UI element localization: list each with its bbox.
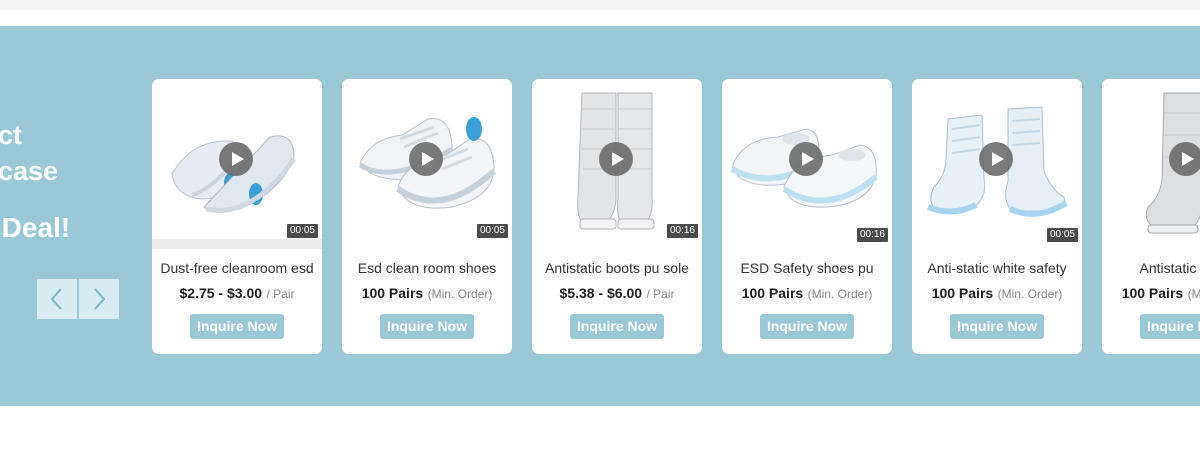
video-duration: 00:05 bbox=[1046, 228, 1078, 242]
inquire-now-button[interactable]: Inquire Now bbox=[570, 314, 664, 339]
inquire-now-button[interactable]: Inquire Now bbox=[380, 314, 474, 339]
price-unit: (Min. Order) bbox=[427, 287, 493, 301]
price-value: $2.75 - $3.00 bbox=[179, 285, 263, 301]
play-button[interactable] bbox=[219, 142, 253, 176]
price-value: 100 Pairs bbox=[741, 285, 804, 301]
video-duration: 00:05 bbox=[476, 224, 508, 238]
inquire-now-button[interactable]: Inquire Now bbox=[1140, 314, 1200, 339]
play-button[interactable] bbox=[979, 142, 1013, 176]
product-price: 100 Pairs (Min. Order) bbox=[916, 285, 1078, 303]
play-button[interactable] bbox=[789, 142, 823, 176]
price-unit: (Min. Order) bbox=[807, 287, 873, 301]
product-title[interactable]: Antistatic boots bbox=[1108, 260, 1200, 276]
product-price: $5.38 - $6.00 / Pair bbox=[536, 285, 698, 303]
price-unit: (Min. Order) bbox=[997, 287, 1063, 301]
product-title[interactable]: Dust-free cleanroom esd bbox=[158, 260, 316, 276]
product-video-thumbnail[interactable]: 00:05 bbox=[342, 79, 512, 249]
inquire-now-button[interactable]: Inquire Now bbox=[190, 314, 284, 339]
product-video-thumbnail[interactable]: 00:05 bbox=[152, 79, 322, 249]
carousel-next-button[interactable] bbox=[79, 279, 119, 319]
price-value: $5.38 - $6.00 bbox=[559, 285, 643, 301]
play-icon bbox=[231, 152, 244, 166]
product-video-thumbnail[interactable]: 00:16 bbox=[722, 79, 892, 249]
product-card[interactable]: 00:16 ESD Safety shoes pu 100 Pairs (Min… bbox=[722, 79, 892, 354]
product-card[interactable]: 00:05 Esd clean room shoes 100 Pairs (Mi… bbox=[342, 79, 512, 354]
play-icon bbox=[991, 152, 1004, 166]
price-unit: (Min. Order) bbox=[1187, 287, 1200, 301]
carousel-prev-button[interactable] bbox=[37, 279, 77, 319]
product-title[interactable]: ESD Safety shoes pu bbox=[728, 260, 886, 276]
price-unit: / Pair bbox=[266, 287, 295, 301]
chevron-right-icon bbox=[94, 288, 106, 310]
intro-line-1: ct bbox=[0, 120, 23, 150]
video-duration: 00:16 bbox=[856, 228, 888, 242]
showcase-intro: ct case r Deal! bbox=[0, 26, 140, 406]
play-icon bbox=[801, 152, 814, 166]
play-button[interactable] bbox=[409, 142, 443, 176]
top-strip bbox=[0, 0, 1200, 10]
product-card[interactable]: 00:05 Anti-static white safety 100 Pairs… bbox=[912, 79, 1082, 354]
price-unit: / Pair bbox=[646, 287, 675, 301]
video-duration: 00:05 bbox=[286, 224, 318, 238]
video-duration: 00:16 bbox=[666, 224, 698, 238]
product-card[interactable]: 00:16 Antistatic boots pu sole $5.38 - $… bbox=[532, 79, 702, 354]
product-title[interactable]: Esd clean room shoes bbox=[348, 260, 506, 276]
product-card[interactable]: 00:05 Dust-free cleanroom esd $2.75 - $3… bbox=[152, 79, 322, 354]
price-value: 100 Pairs bbox=[361, 285, 424, 301]
product-carousel: 00:05 Dust-free cleanroom esd $2.75 - $3… bbox=[152, 79, 1200, 354]
product-title[interactable]: Anti-static white safety bbox=[918, 260, 1076, 276]
product-video-thumbnail[interactable]: 00:16 bbox=[532, 79, 702, 249]
inquire-now-button[interactable]: Inquire Now bbox=[950, 314, 1044, 339]
product-title[interactable]: Antistatic boots pu sole bbox=[538, 260, 696, 276]
play-icon bbox=[1181, 152, 1194, 166]
product-video-thumbnail[interactable]: 00:05 bbox=[912, 79, 1082, 249]
product-price: 100 Pairs (Min. Order) bbox=[1106, 285, 1200, 303]
product-price: $2.75 - $3.00 / Pair bbox=[156, 285, 318, 303]
product-price: 100 Pairs (Min. Order) bbox=[726, 285, 888, 303]
price-value: 100 Pairs bbox=[931, 285, 994, 301]
product-price: 100 Pairs (Min. Order) bbox=[346, 285, 508, 303]
play-button[interactable] bbox=[1169, 142, 1200, 176]
intro-line-3: r Deal! bbox=[0, 212, 71, 243]
product-card[interactable]: Antistatic boots 100 Pairs (Min. Order) … bbox=[1102, 79, 1200, 354]
intro-line-2: case bbox=[0, 156, 59, 186]
chevron-left-icon bbox=[50, 288, 62, 310]
play-icon bbox=[611, 152, 624, 166]
play-icon bbox=[421, 152, 434, 166]
play-button[interactable] bbox=[599, 142, 633, 176]
inquire-now-button[interactable]: Inquire Now bbox=[760, 314, 854, 339]
product-showcase: ct case r Deal! bbox=[0, 26, 1200, 406]
product-video-thumbnail[interactable] bbox=[1102, 79, 1200, 249]
price-value: 100 Pairs bbox=[1121, 285, 1184, 301]
